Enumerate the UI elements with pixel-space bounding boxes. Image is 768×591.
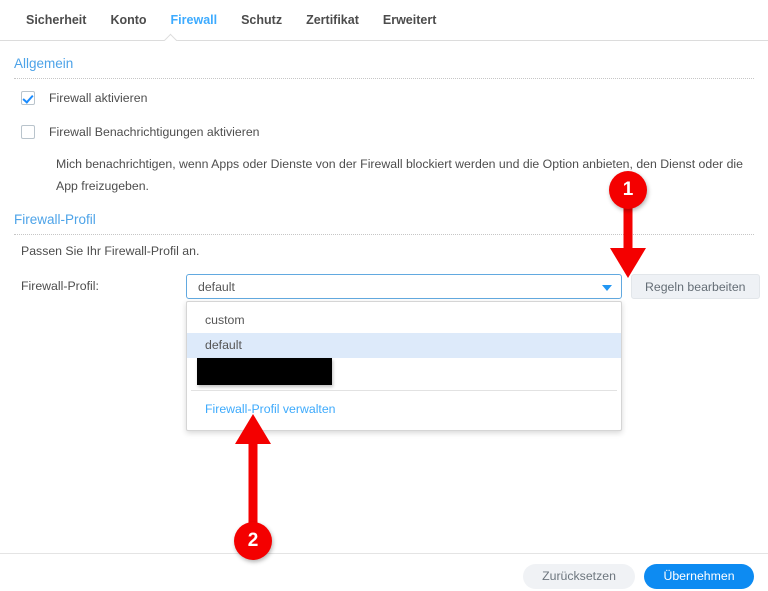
tab-konto[interactable]: Konto — [98, 0, 158, 40]
tab-erweitert[interactable]: Erweitert — [371, 0, 449, 40]
reset-button[interactable]: Zurücksetzen — [523, 564, 635, 589]
dropdown-option-custom[interactable]: custom — [187, 308, 621, 333]
dialog-footer: Zurücksetzen Übernehmen — [0, 553, 768, 591]
edit-rules-button[interactable]: Regeln bearbeiten — [631, 274, 760, 299]
checkbox-label-firewall-enable: Firewall aktivieren — [49, 91, 148, 105]
checkbox-row-notifications-enable[interactable]: Firewall Benachrichtigungen aktivieren — [14, 117, 754, 147]
section-heading-firewall-profil: Firewall-Profil — [14, 212, 96, 227]
firewall-profile-select[interactable]: default — [186, 274, 622, 299]
firewall-profile-selected-value: default — [198, 280, 235, 294]
checkbox-notifications-enable[interactable] — [21, 125, 35, 139]
checkbox-firewall-enable[interactable] — [21, 91, 35, 105]
firewall-profile-dropdown-panel: custom default Firewall-Profil verwalten — [186, 301, 622, 431]
manage-firewall-profile-link[interactable]: Firewall-Profil verwalten — [187, 394, 621, 424]
apply-button[interactable]: Übernehmen — [644, 564, 754, 589]
checkbox-label-notifications-enable: Firewall Benachrichtigungen aktivieren — [49, 125, 260, 139]
notification-description-text: Mich benachrichtigen, wenn Apps oder Die… — [56, 157, 743, 193]
tab-schutz[interactable]: Schutz — [229, 0, 294, 40]
settings-tab-bar: Sicherheit Konto Firewall Schutz Zertifi… — [0, 0, 768, 41]
active-tab-caret-indicator — [164, 33, 178, 41]
tab-sicherheit[interactable]: Sicherheit — [14, 0, 98, 40]
firewall-profile-description: Passen Sie Ihr Firewall-Profil an. — [21, 244, 200, 258]
dropdown-separator — [191, 390, 617, 391]
chevron-down-icon[interactable] — [602, 285, 612, 291]
checkbox-row-firewall-enable[interactable]: Firewall aktivieren — [14, 83, 754, 113]
annotation-arrow-2 — [235, 414, 271, 533]
section-divider-firewall-profil — [14, 234, 754, 235]
dropdown-option-redacted[interactable] — [187, 358, 621, 385]
dropdown-option-default[interactable]: default — [187, 333, 621, 358]
section-divider-allgemein — [14, 78, 754, 79]
firewall-settings-content: Allgemein Firewall aktivieren Firewall B… — [0, 41, 768, 431]
firewall-profile-field-row: Firewall-Profil: default Regeln bearbeit… — [14, 274, 760, 431]
firewall-profile-label: Firewall-Profil: — [21, 279, 99, 293]
section-heading-allgemein: Allgemein — [14, 56, 74, 71]
tab-zertifikat[interactable]: Zertifikat — [294, 0, 371, 40]
